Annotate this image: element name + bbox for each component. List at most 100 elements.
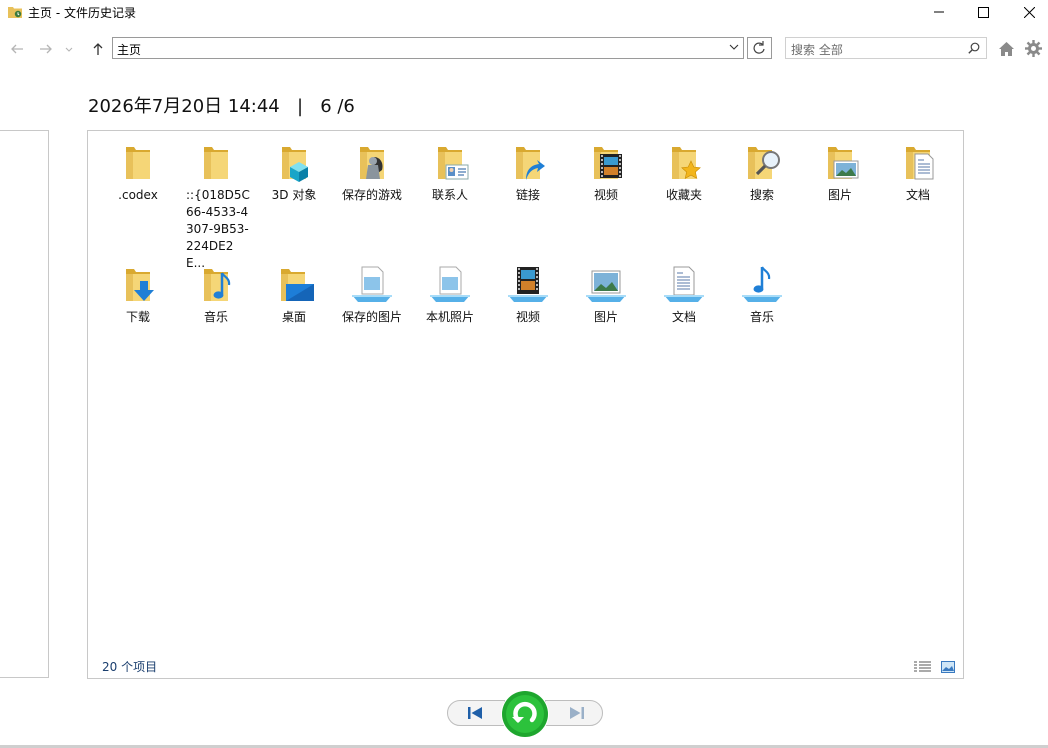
navigation-toolbar: 主页 搜索 全部 <box>0 36 1048 62</box>
list-item[interactable]: 本机照片 <box>414 265 486 326</box>
minimize-icon <box>934 11 944 13</box>
snapshot-header: 2026年7月20日 14:44 | 6 /6 <box>88 92 355 118</box>
item-label: 保存的游戏 <box>341 188 402 202</box>
skip-previous-icon <box>468 707 482 719</box>
forward-button[interactable] <box>38 42 54 56</box>
list-item[interactable]: 链接 <box>492 143 564 204</box>
list-item[interactable]: 音乐 <box>180 265 252 326</box>
restore-button[interactable] <box>501 690 549 738</box>
item-label: 音乐 <box>203 310 228 324</box>
address-text: 主页 <box>117 43 142 57</box>
back-arrow-icon <box>11 44 23 54</box>
folder-contacts-icon <box>438 147 469 180</box>
list-item[interactable]: .codex <box>102 143 174 204</box>
library-music-icon <box>742 266 782 302</box>
snapshot-date: 2026年7月20日 14:44 <box>88 96 280 117</box>
folder-search-icon <box>748 147 780 179</box>
list-item[interactable]: 桌面 <box>258 265 330 326</box>
list-item[interactable]: 视频 <box>570 143 642 204</box>
chevron-down-icon <box>65 47 73 52</box>
list-item[interactable]: 保存的游戏 <box>336 143 408 204</box>
address-bar[interactable]: 主页 <box>112 37 744 59</box>
folder-icon <box>204 147 228 179</box>
search-box[interactable]: 搜索 全部 <box>785 37 987 59</box>
forward-arrow-icon <box>40 44 52 54</box>
library-documents-icon <box>664 266 704 302</box>
list-item[interactable]: 搜索 <box>726 143 798 204</box>
item-label: ::{018D5C66-4533-4307-9B53-224DE2E... <box>186 188 250 270</box>
list-item[interactable]: 图片 <box>804 143 876 204</box>
previous-snapshot-pane[interactable] <box>0 130 49 678</box>
library-pictures-icon <box>586 270 626 302</box>
playback-controls <box>447 688 603 740</box>
list-item[interactable]: 视频 <box>492 265 564 326</box>
search-icon[interactable] <box>968 42 980 54</box>
list-item[interactable]: 保存的图片 <box>336 265 408 326</box>
folder-videos-icon <box>594 147 622 179</box>
list-item[interactable]: 音乐 <box>726 265 798 326</box>
item-label: 收藏夹 <box>665 188 702 202</box>
title-bar: 主页 - 文件历史记录 <box>0 0 1048 24</box>
item-label: 文档 <box>671 310 696 324</box>
item-label: 3D 对象 <box>271 188 317 202</box>
list-item[interactable]: 收藏夹 <box>648 143 720 204</box>
list-item[interactable]: 联系人 <box>414 143 486 204</box>
folder-3d-icon <box>282 147 308 182</box>
folder-links-icon <box>516 147 545 180</box>
folder-downloads-icon <box>126 269 154 301</box>
refresh-button[interactable] <box>747 37 772 59</box>
restore-icon <box>502 691 548 737</box>
folder-pictures-icon <box>828 147 859 179</box>
snapshot-separator: | <box>296 96 304 117</box>
minimize-button[interactable] <box>916 0 962 24</box>
view-toggle <box>913 658 955 677</box>
item-label: 联系人 <box>431 188 468 202</box>
item-label: 保存的图片 <box>341 310 402 324</box>
library-saved-pictures-icon <box>352 266 392 302</box>
file-history-icon <box>8 7 22 18</box>
item-label: 音乐 <box>749 310 774 324</box>
maximize-button[interactable] <box>960 0 1006 24</box>
item-count: 20 个项目 <box>102 660 158 674</box>
large-icons-view-icon[interactable] <box>941 661 955 673</box>
close-button[interactable] <box>1006 0 1048 24</box>
previous-version-button[interactable] <box>447 700 505 726</box>
folder-desktop-icon <box>281 269 314 301</box>
skip-next-icon <box>570 707 584 719</box>
item-label: .codex <box>118 188 158 202</box>
list-item[interactable]: ::{018D5C66-4533-4307-9B53-224DE2E... <box>180 143 252 272</box>
close-icon <box>1023 6 1035 18</box>
details-view-icon[interactable] <box>913 661 931 673</box>
item-label: 图片 <box>593 310 618 324</box>
snapshot-content-pane: .codex ::{018D5C66-4533-4307-9B53-224DE2… <box>87 130 964 679</box>
item-label: 本机照片 <box>425 310 474 324</box>
list-item[interactable]: 下载 <box>102 265 174 326</box>
up-button[interactable] <box>90 42 106 56</box>
maximize-icon <box>977 6 989 18</box>
up-arrow-icon <box>93 43 103 55</box>
list-item[interactable]: 图片 <box>570 265 642 326</box>
snapshot-position: 6 /6 <box>320 96 355 117</box>
home-icon <box>999 42 1014 56</box>
search-input[interactable]: 搜索 全部 <box>791 41 843 58</box>
item-label: 搜索 <box>749 188 774 202</box>
folder-documents-icon <box>906 147 934 180</box>
item-label: 下载 <box>125 310 150 324</box>
item-label: 图片 <box>827 188 852 202</box>
item-label: 视频 <box>593 188 618 202</box>
folder-icon <box>126 147 150 179</box>
next-version-button[interactable] <box>545 700 603 726</box>
settings-button[interactable] <box>1025 40 1042 61</box>
list-item[interactable]: 3D 对象 <box>258 143 330 204</box>
list-item[interactable]: 文档 <box>882 143 954 204</box>
library-camera-roll-icon <box>430 266 470 302</box>
item-label: 桌面 <box>281 310 306 324</box>
home-button[interactable] <box>998 41 1015 61</box>
back-button[interactable] <box>9 42 25 56</box>
list-item[interactable]: 文档 <box>648 265 720 326</box>
folder-favorites-icon <box>672 147 701 179</box>
item-label: 视频 <box>515 310 540 324</box>
recent-locations-button[interactable] <box>64 42 74 56</box>
chevron-down-icon[interactable] <box>729 42 739 52</box>
folder-music-icon <box>204 269 231 301</box>
